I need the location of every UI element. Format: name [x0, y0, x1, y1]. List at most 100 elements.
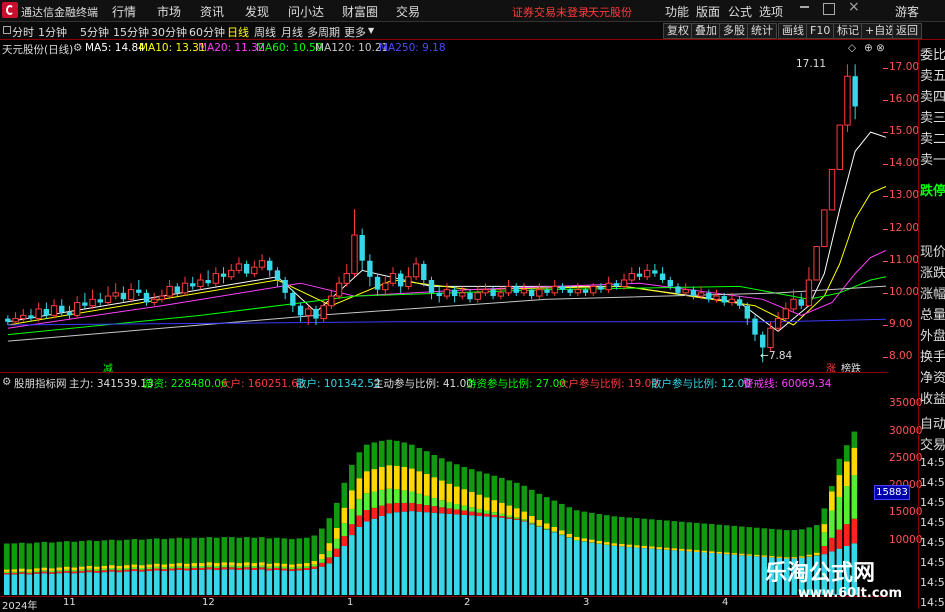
candle-body — [244, 264, 249, 274]
tab-more[interactable]: 更多 — [344, 24, 366, 40]
big-bar — [642, 546, 648, 548]
candle-body — [752, 319, 757, 335]
tab-timeshare[interactable]: 分时 — [12, 24, 34, 40]
tab-daily[interactable]: 日线 — [227, 24, 249, 40]
mark-button[interactable]: 标记 — [833, 23, 863, 39]
tab-5min[interactable]: 5分钟 — [80, 24, 109, 40]
tab-weekly[interactable]: 周线 — [254, 24, 276, 40]
tab-60min[interactable]: 60分钟 — [189, 24, 225, 40]
candle-body — [98, 299, 103, 302]
expand-icon[interactable]: ⊕ — [864, 42, 873, 54]
adjust-button[interactable]: 复权 — [663, 23, 693, 39]
menu-ask-xiaoda[interactable]: 问小达 — [288, 3, 324, 20]
menu-function[interactable]: 功能 — [665, 3, 689, 20]
menu-trade[interactable]: 交易 — [396, 3, 420, 20]
retail-bar — [57, 573, 63, 595]
candle-body — [560, 286, 565, 289]
big-bar — [514, 508, 520, 517]
diamond-icon[interactable]: ◇ — [848, 42, 856, 54]
overlay-button[interactable]: 叠加 — [691, 23, 721, 39]
tab-15min[interactable]: 15分钟 — [113, 24, 149, 40]
greenband-bar — [747, 527, 753, 554]
greenband-bar — [687, 522, 693, 549]
big-bar — [259, 562, 265, 565]
main-bar — [334, 549, 340, 557]
guest-label[interactable]: 游客 — [895, 3, 919, 20]
candle-body — [444, 290, 449, 296]
legend-ma250: MA250: 9.18 — [379, 42, 446, 54]
menu-formula[interactable]: 公式 — [728, 3, 752, 20]
greenband-bar — [184, 538, 190, 565]
tab-monthly[interactable]: 月线 — [281, 24, 303, 40]
greenband-bar — [694, 523, 700, 550]
big-bar — [597, 541, 603, 544]
menu-discover[interactable]: 发现 — [245, 3, 269, 20]
greenband-bar — [514, 483, 520, 510]
hot-bar — [169, 567, 175, 569]
tab-multi-period[interactable]: 多周期 — [307, 24, 340, 40]
main-bar — [124, 570, 130, 572]
trade-login-alert[interactable]: 证券交易未登录 — [512, 4, 589, 20]
hot-bar — [72, 570, 78, 571]
hot-bar — [424, 496, 430, 505]
retail-bar — [94, 573, 100, 595]
checkbox-icon[interactable] — [3, 26, 11, 34]
multi-stock-button[interactable]: 多股 — [719, 23, 749, 39]
greenband-bar — [169, 538, 175, 565]
menu-news[interactable]: 资讯 — [200, 3, 224, 20]
back-button[interactable]: 返回 — [892, 23, 922, 39]
settings-gear-icon[interactable]: ⚙ — [2, 376, 11, 388]
maximize-icon[interactable] — [823, 3, 835, 15]
close-icon[interactable]: × — [848, 0, 860, 15]
main-bar — [94, 571, 100, 573]
hot-bar — [177, 566, 183, 568]
close-panel-icon[interactable]: ⊗ — [876, 42, 885, 54]
price-tick-label: 13.00 — [889, 189, 919, 201]
main-bar — [394, 503, 400, 512]
minimize-icon[interactable] — [800, 6, 809, 8]
big-bar — [612, 543, 618, 545]
big-bar — [439, 481, 445, 501]
retail-bar — [552, 532, 558, 595]
x-label-feb: 2 — [464, 597, 470, 608]
retail-bar — [387, 513, 393, 595]
menu-quotes[interactable]: 行情 — [112, 3, 136, 20]
hot-bar — [567, 537, 573, 538]
candle-body — [290, 293, 295, 306]
big-bar — [132, 565, 138, 568]
low-price-label: ←7.84 — [760, 350, 792, 362]
greenband-bar — [582, 512, 588, 539]
settings-gear-icon[interactable]: ⚙ — [73, 42, 82, 54]
candle-body — [799, 299, 804, 305]
hot-bar — [147, 567, 153, 569]
greenband-bar — [754, 528, 760, 555]
tab-1min[interactable]: 1分钟 — [38, 24, 67, 40]
main-bar — [147, 569, 153, 571]
retail-bar — [169, 570, 175, 595]
menu-market[interactable]: 市场 — [157, 3, 181, 20]
candle-body — [144, 293, 149, 303]
statistics-button[interactable]: 统计 — [747, 23, 777, 39]
retail-bar — [454, 514, 460, 595]
retail-bar — [364, 521, 370, 595]
chevron-down-icon[interactable]: ▼ — [368, 26, 374, 35]
hot-bar — [192, 566, 198, 568]
greenband-bar — [709, 524, 715, 551]
indicator-chart[interactable] — [0, 388, 887, 595]
f10-button[interactable]: F10 — [806, 23, 834, 39]
greenband-bar — [222, 537, 228, 564]
menu-wealth-circle[interactable]: 财富圈 — [342, 3, 378, 20]
price-chart[interactable] — [0, 55, 887, 370]
retail-bar — [694, 552, 700, 595]
hot-bar — [282, 567, 288, 569]
menu-layout[interactable]: 版面 — [696, 3, 720, 20]
draw-line-button[interactable]: 画线 — [778, 23, 808, 39]
retail-bar — [4, 574, 10, 595]
menu-options[interactable]: 选项 — [759, 3, 783, 20]
legend-ma60: MA60: 10.50 — [256, 42, 323, 54]
big-bar — [349, 490, 355, 509]
retail-bar — [702, 553, 708, 595]
candle-body — [583, 290, 588, 293]
greenband-bar — [282, 538, 288, 565]
tab-30min[interactable]: 30分钟 — [151, 24, 187, 40]
